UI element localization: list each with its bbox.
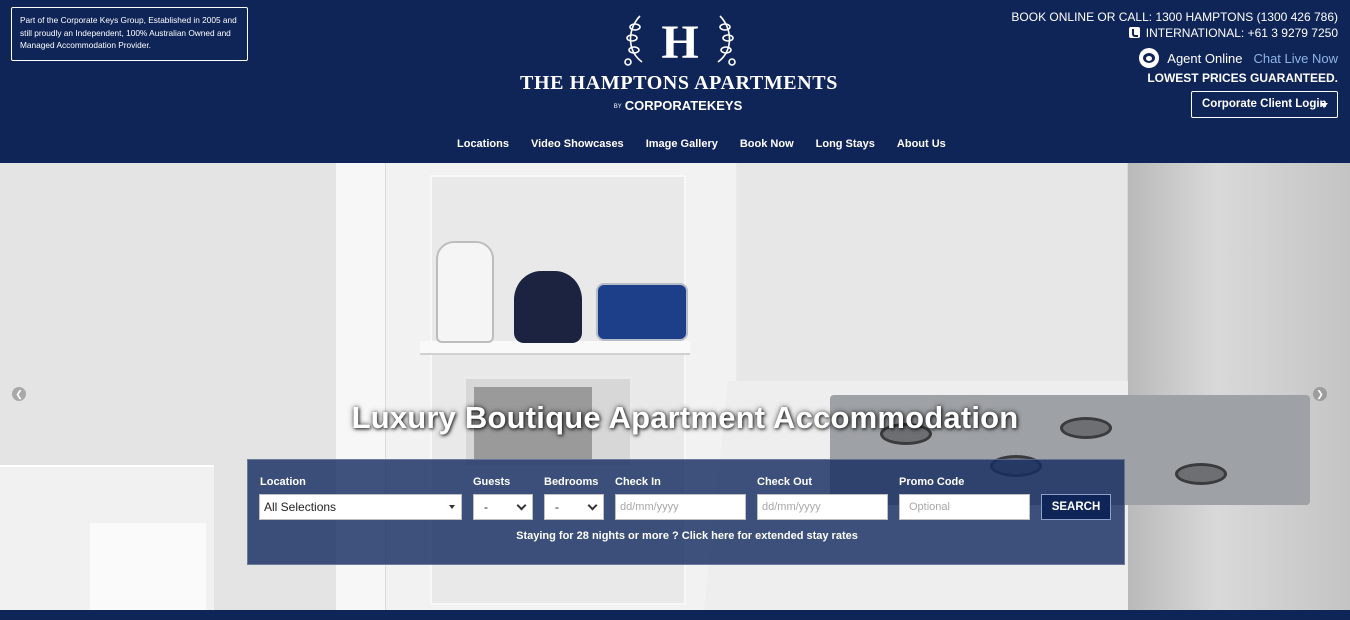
international-line[interactable]: INTERNATIONAL: +61 3 9279 7250 [1011, 26, 1338, 40]
hero-image-counter-face [90, 523, 206, 610]
nav-item-book-now[interactable]: Book Now [740, 136, 794, 152]
nav-item-locations[interactable]: Locations [457, 136, 509, 152]
live-chat-row: Agent Online Chat Live Now [1139, 48, 1338, 68]
corporate-client-login-button[interactable]: Corporate Client Login [1191, 91, 1338, 118]
logo-brand-text: CORPORATEKEYS [624, 98, 743, 113]
select-caret-icon [449, 505, 455, 509]
bedrooms-select[interactable]: - [544, 494, 604, 520]
main-nav: Locations Video Showcases Image Gallery … [446, 136, 957, 152]
site-header: Part of the Corporate Keys Group, Establ… [0, 0, 1350, 163]
caret-down-icon [1320, 103, 1328, 108]
hero-image-coffee-machine [436, 241, 494, 343]
phone-icon [1128, 27, 1140, 38]
site-logo[interactable]: H THE HAMPTONS APARTMENTS BY CORPORATEKEY… [520, 10, 838, 114]
client-login-label: Corporate Client Login [1202, 98, 1327, 110]
international-text: INTERNATIONAL: +61 3 9279 7250 [1145, 26, 1338, 40]
location-select[interactable]: All Selections [259, 494, 462, 520]
carousel-prev-icon[interactable]: ❮ [12, 387, 26, 401]
extended-stay-link[interactable]: Staying for 28 nights or more ? Click he… [248, 530, 1126, 542]
guests-label: Guests [473, 476, 511, 488]
bedrooms-value: - [555, 500, 559, 514]
booking-search-panel: Location All Selections Guests - Bedroom… [247, 459, 1125, 565]
agent-avatar-icon [1139, 48, 1160, 68]
company-about-box: Part of the Corporate Keys Group, Establ… [11, 7, 248, 61]
laurel-h-logo-icon: H [624, 15, 736, 69]
contact-block: BOOK ONLINE OR CALL: 1300 HAMPTONS (1300… [1011, 10, 1338, 40]
nav-item-about-us[interactable]: About Us [897, 136, 946, 152]
agent-status: Agent Online [1167, 50, 1243, 66]
check-in-input[interactable]: dd/mm/yyyy [615, 494, 746, 520]
search-button[interactable]: SEARCH [1041, 494, 1111, 520]
nav-item-long-stays[interactable]: Long Stays [816, 136, 875, 152]
nav-item-image-gallery[interactable]: Image Gallery [646, 136, 718, 152]
bedrooms-label: Bedrooms [544, 476, 599, 488]
nav-item-video-showcases[interactable]: Video Showcases [531, 136, 624, 152]
hero-banner: ❮ ❯ Luxury Boutique Apartment Accommodat… [0, 163, 1350, 610]
location-label: Location [260, 476, 306, 488]
chat-live-link[interactable]: Chat Live Now [1253, 51, 1338, 66]
guests-value: - [484, 500, 488, 514]
svg-text:H: H [661, 16, 698, 69]
book-call-line[interactable]: BOOK ONLINE OR CALL: 1300 HAMPTONS (1300… [1011, 10, 1338, 24]
hero-image-shelf [420, 341, 690, 355]
hero-image-kettle [514, 271, 582, 343]
check-out-input[interactable]: dd/mm/yyyy [757, 494, 888, 520]
lowest-prices-text: LOWEST PRICES GUARANTEED. [1147, 71, 1338, 85]
logo-brand: BY CORPORATEKEYS [520, 98, 836, 113]
promo-code-input[interactable]: Optional [899, 494, 1030, 520]
logo-by-text: BY [613, 103, 622, 110]
check-out-label: Check Out [757, 476, 813, 488]
promo-code-label: Promo Code [899, 476, 965, 488]
hero-image-burner [1175, 463, 1227, 485]
chevron-down-icon [587, 500, 598, 511]
hero-headline: Luxury Boutique Apartment Accommodation [351, 400, 1019, 435]
bottom-bar [0, 610, 1350, 620]
carousel-next-icon[interactable]: ❯ [1313, 387, 1327, 401]
hero-image-wall-right [737, 163, 1127, 388]
chevron-down-icon [516, 500, 527, 511]
logo-name: THE HAMPTONS APARTMENTS [520, 72, 838, 94]
check-in-label: Check In [615, 476, 661, 488]
guests-select[interactable]: - [473, 494, 533, 520]
hero-image-toaster [596, 283, 688, 341]
location-value: All Selections [264, 500, 337, 514]
